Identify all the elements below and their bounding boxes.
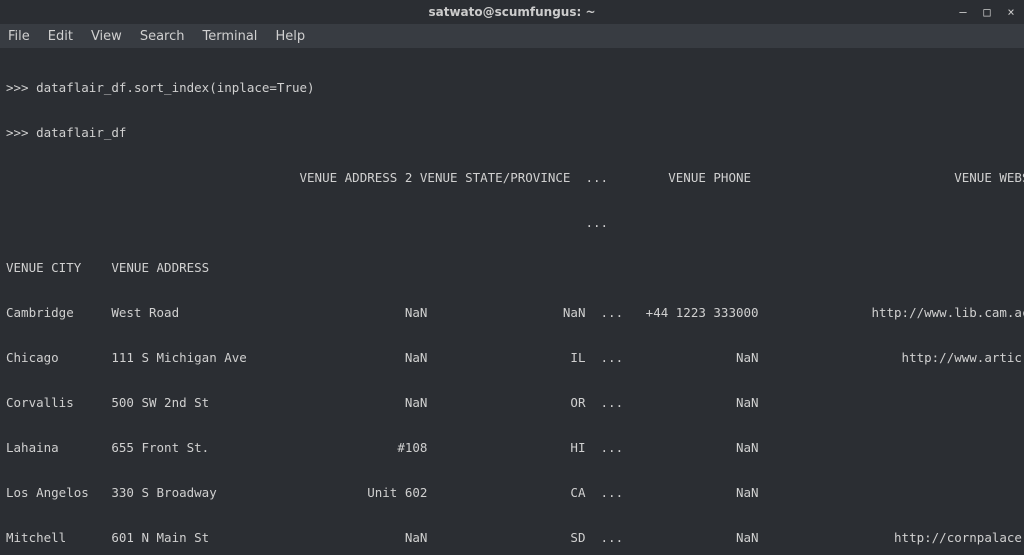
command-text: dataflair_df [36,125,126,140]
dataframe-row: Mitchell 601 N Main St NaN SD ... NaN ht… [6,530,1018,545]
maximize-button[interactable]: □ [980,5,994,19]
input-line: >>> dataflair_df.sort_index(inplace=True… [6,80,1018,95]
prompt: >>> [6,80,36,95]
close-button[interactable]: × [1004,5,1018,19]
terminal-window: satwato@scumfungus: ~ — □ × File Edit Vi… [0,0,1024,555]
titlebar: satwato@scumfungus: ~ — □ × [0,0,1024,24]
menubar: File Edit View Search Terminal Help [0,24,1024,48]
dataframe-header-row: VENUE ADDRESS 2 VENUE STATE/PROVINCE ...… [6,170,1018,185]
menu-help[interactable]: Help [275,29,305,44]
input-line: >>> dataflair_df [6,125,1018,140]
terminal-body[interactable]: >>> dataflair_df.sort_index(inplace=True… [0,48,1024,555]
dataframe-row: Chicago 111 S Michigan Ave NaN IL ... Na… [6,350,1018,365]
menu-file[interactable]: File [8,29,30,44]
prompt: >>> [6,125,36,140]
menu-terminal[interactable]: Terminal [202,29,257,44]
menu-view[interactable]: View [91,29,122,44]
window-controls: — □ × [956,5,1018,19]
command-text: dataflair_df.sort_index(inplace=True) [36,80,314,95]
menu-edit[interactable]: Edit [48,29,73,44]
dataframe-row: Los Angelos 330 S Broadway Unit 602 CA .… [6,485,1018,500]
dataframe-header-break: ... [6,215,1018,230]
dataframe-row: Lahaina 655 Front St. #108 HI ... NaN Na… [6,440,1018,455]
dataframe-index-header: VENUE CITY VENUE ADDRESS [6,260,1018,275]
dataframe-row: Cambridge West Road NaN NaN ... +44 1223… [6,305,1018,320]
window-title: satwato@scumfungus: ~ [0,5,1024,19]
menu-search[interactable]: Search [140,29,185,44]
minimize-button[interactable]: — [956,5,970,19]
dataframe-row: Corvallis 500 SW 2nd St NaN OR ... NaN N… [6,395,1018,410]
